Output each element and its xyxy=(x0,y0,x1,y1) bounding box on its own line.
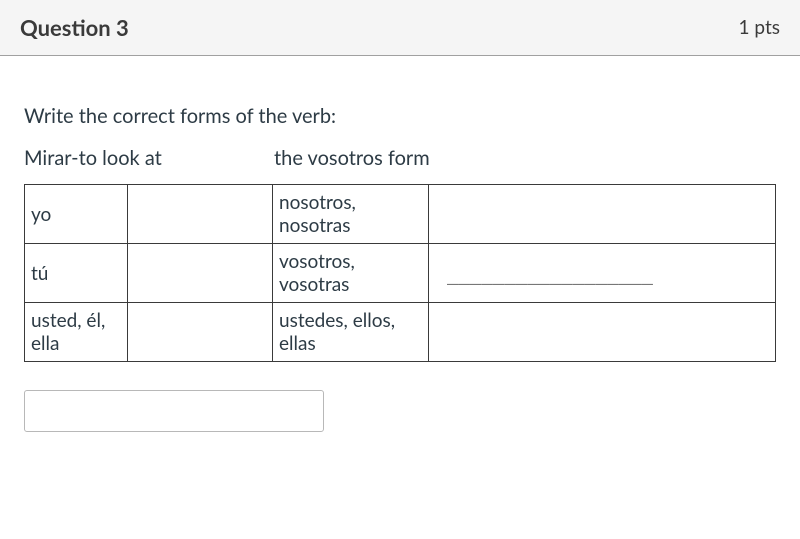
pronoun-cell: ustedes, ellos, ellas xyxy=(273,303,429,362)
question-header: Question 3 1 pts xyxy=(0,0,800,56)
table-row: tú vosotros, vosotras __________________ xyxy=(25,244,776,303)
form-cell xyxy=(429,185,776,244)
pronoun-cell: usted, él, ella xyxy=(25,303,128,362)
pronoun-cell: vosotros, vosotras xyxy=(273,244,429,303)
conjugation-table: yo nosotros, nosotras tú vosotros, vosot… xyxy=(24,184,776,362)
form-cell xyxy=(128,303,273,362)
form-label: the vosotros form xyxy=(274,146,776,170)
table-row: usted, él, ella ustedes, ellos, ellas xyxy=(25,303,776,362)
form-cell xyxy=(128,185,273,244)
question-points: 1 pts xyxy=(739,16,780,39)
answer-input[interactable] xyxy=(24,390,324,432)
pronoun-cell: tú xyxy=(25,244,128,303)
blank-cell: __________________ xyxy=(429,244,776,303)
question-title: Question 3 xyxy=(20,14,129,41)
table-row: yo nosotros, nosotras xyxy=(25,185,776,244)
verb-label: Mirar-to look at xyxy=(24,146,274,170)
pronoun-cell: yo xyxy=(25,185,128,244)
form-cell xyxy=(128,244,273,303)
sub-prompt-row: Mirar-to look at the vosotros form xyxy=(24,146,776,170)
form-cell xyxy=(429,303,776,362)
blank-line: __________________ xyxy=(435,263,653,285)
pronoun-cell: nosotros, nosotras xyxy=(273,185,429,244)
question-body: Write the correct forms of the verb: Mir… xyxy=(0,56,800,452)
prompt-text: Write the correct forms of the verb: xyxy=(24,104,776,128)
